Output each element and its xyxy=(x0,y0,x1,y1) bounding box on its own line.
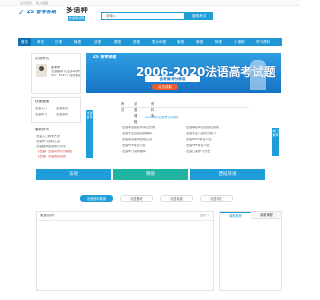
side-tab-right[interactable]: 热门推荐 xyxy=(272,128,279,156)
tab-course[interactable]: 法语课程 xyxy=(134,101,137,125)
language-tab-french[interactable]: 法语 xyxy=(36,169,111,180)
brand-tag: 外语考试网 xyxy=(68,16,85,21)
info-item[interactable]: ·法语DELF考试介绍 xyxy=(185,138,249,141)
nav-item-home[interactable]: 首页 xyxy=(18,38,31,46)
free-trial-divider xyxy=(36,220,214,221)
top-bar: 设为首页 加入收藏 xyxy=(0,0,300,6)
right-course-panel xyxy=(219,219,282,291)
language-row: 法语 德语 西班牙语 xyxy=(36,169,265,180)
set-homepage-link[interactable]: 设为首页 xyxy=(20,1,32,5)
tab-recommended-courses[interactable]: 课程推荐 xyxy=(220,212,251,219)
teacher-heading: 法语考试 xyxy=(35,57,49,60)
news-item[interactable]: 【法语】法语写作高分模板 xyxy=(36,150,72,153)
search-input[interactable] xyxy=(101,12,185,20)
free-trial-title: 免费试听 xyxy=(40,214,54,217)
quick-link[interactable]: 法语资料 xyxy=(56,113,68,116)
banner-logo: ZS 智考答题 xyxy=(93,55,117,59)
nav-item-german[interactable]: 德语 xyxy=(114,38,121,46)
nav-item-spanish[interactable]: 西语 xyxy=(133,38,140,46)
latest-news-title: 最新资讯 xyxy=(35,128,49,131)
news-item[interactable]: 法语入门教学方法 xyxy=(36,135,60,138)
news-item[interactable]: 法语学习资料汇总 xyxy=(36,140,60,143)
logo-icon[interactable]: ✓ xyxy=(18,9,26,17)
banner-illustration xyxy=(250,60,266,90)
quick-link[interactable]: 法语学习 xyxy=(35,113,47,116)
resource-button[interactable]: 法语资料集锦 xyxy=(80,195,113,202)
info-item[interactable]: ·法语考试报名时间及安排 xyxy=(121,126,185,129)
resource-button[interactable]: 法语真题 xyxy=(160,195,193,202)
resource-button[interactable]: 法语词汇 xyxy=(200,195,233,202)
add-favorite-link[interactable]: 加入收藏 xyxy=(36,1,48,5)
news-item[interactable]: 【法语】法语阅读真题 xyxy=(36,155,66,158)
nav-item-portuguese[interactable]: 葡语 xyxy=(177,38,184,46)
language-tab-spanish[interactable]: 西班牙语 xyxy=(190,169,265,180)
banner-subtitle: 含考纲/评分标准 xyxy=(145,76,200,82)
nav-item-french[interactable]: 法语 xyxy=(94,38,101,46)
info-item[interactable]: ·法语专业八级听力练习 xyxy=(185,132,249,135)
language-tab-german[interactable]: 德语 xyxy=(113,169,188,180)
nav-item-materials[interactable]: 学习资料 xyxy=(256,38,270,46)
quick-link[interactable]: 法语考试 xyxy=(56,107,68,110)
nav-item-arabic[interactable]: 阿语 xyxy=(215,38,222,46)
news-item[interactable]: 法语翻译经验技巧分享 xyxy=(36,145,66,148)
right-tabs: 课程推荐 最新课程 xyxy=(219,211,282,219)
info-item[interactable]: ·法语等级考试试题及答案 xyxy=(185,126,249,129)
tab-divider xyxy=(121,107,249,108)
brand-title: 多语种 xyxy=(66,7,88,14)
quick-links-title: 快速通道 xyxy=(35,100,49,103)
free-trial-more-link[interactable]: 更多 > xyxy=(200,214,209,217)
site-logo[interactable]: ZS 智考答题 xyxy=(27,10,56,16)
quick-link[interactable]: 法语入门 xyxy=(35,107,47,110)
teacher-contact[interactable]: QQ：6147 | 在线答疑 xyxy=(51,74,80,77)
side-tab-left[interactable]: 法语资讯 xyxy=(86,110,93,158)
teacher-avatar xyxy=(36,64,47,77)
info-item[interactable]: ·法语TEF考试介绍 xyxy=(185,144,249,147)
nav-item-korean[interactable]: 韩语 xyxy=(74,38,81,46)
search-button[interactable]: 搜索考试 xyxy=(185,12,213,20)
teacher-name: 秦老师 xyxy=(51,66,61,69)
nav-item-minor-languages[interactable]: 小语种 xyxy=(234,38,245,46)
info-title: 2021年法语考试资料 xyxy=(145,116,179,119)
info-item[interactable]: ·法语学习资料推荐 xyxy=(121,150,185,153)
nav-item-exam[interactable]: 考试 xyxy=(37,38,44,46)
nav-item-japanese[interactable]: 日语 xyxy=(55,38,62,46)
info-item[interactable]: ·法语专业四级真题解析 xyxy=(121,132,185,135)
resource-button[interactable]: 法语备考 xyxy=(120,195,153,202)
nav-item-italian[interactable]: 意大利语 xyxy=(152,38,166,46)
info-item[interactable]: ·法语考试备考经验汇总 xyxy=(121,138,185,141)
teacher-description: 法语翻译 从业多年教学经验 xyxy=(51,70,80,73)
info-item[interactable]: ·法语口语学习方法 xyxy=(185,150,249,153)
tab-latest-courses[interactable]: 最新课程 xyxy=(251,212,282,219)
main-nav: 首页 考试 日语 韩语 法语 德语 西语 意大利语 葡语 俄语 阿语 小语种 学… xyxy=(18,38,282,46)
nav-item-russian[interactable]: 俄语 xyxy=(196,38,203,46)
free-trial-panel xyxy=(36,211,214,291)
info-item[interactable]: ·法语TCF考试介绍 xyxy=(121,144,185,147)
banner-cta-button[interactable]: 点击获取 xyxy=(152,84,178,90)
